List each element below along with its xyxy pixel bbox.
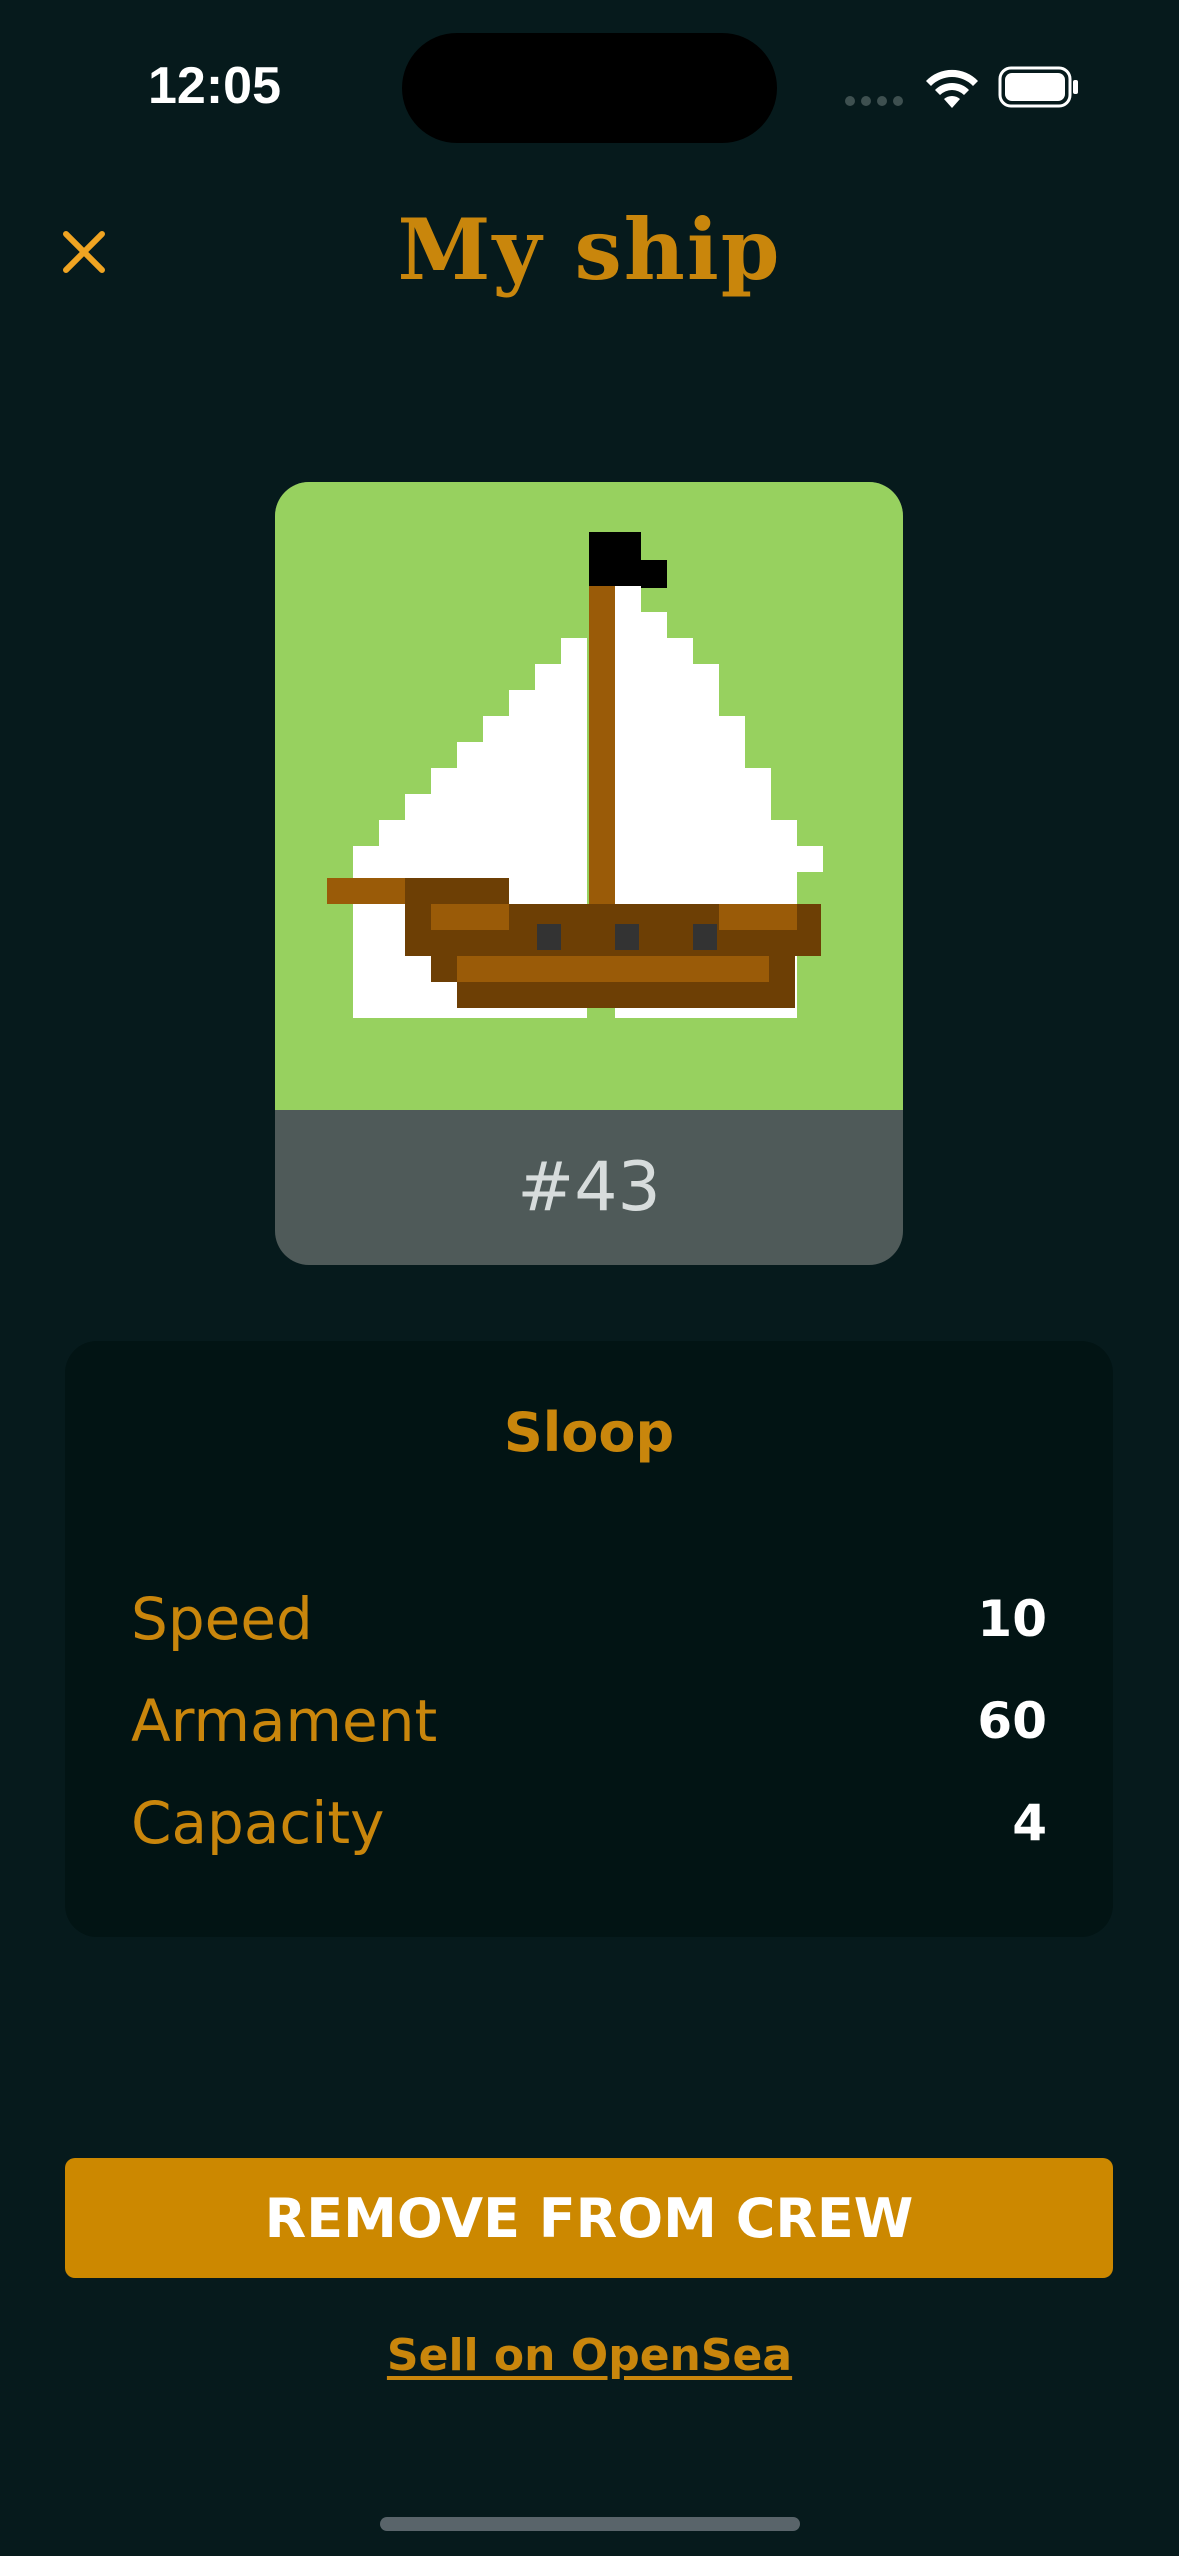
stat-row-armament: Armament 60 (131, 1681, 1047, 1761)
screen: 12:05 My ship #43 Sloop Speed 10 Armamen… (0, 0, 1179, 2556)
sell-on-opensea-link[interactable]: Sell on OpenSea (0, 2330, 1179, 2381)
stat-value: 4 (1012, 1794, 1047, 1852)
remove-from-crew-button[interactable]: REMOVE FROM CREW (65, 2158, 1113, 2278)
stat-label: Speed (131, 1585, 313, 1653)
ship-pixel-art-image (275, 482, 903, 1110)
stat-label: Capacity (131, 1789, 385, 1857)
ship-card: #43 (275, 482, 903, 1265)
ship-type: Sloop (503, 1401, 675, 1464)
status-time: 12:05 (148, 57, 281, 115)
battery-icon (998, 66, 1078, 108)
stat-row-capacity: Capacity 4 (131, 1783, 1047, 1863)
ship-stats-panel: Sloop Speed 10 Armament 60 Capacity 4 (65, 1341, 1113, 1937)
stat-value: 10 (977, 1590, 1047, 1648)
stat-row-speed: Speed 10 (131, 1579, 1047, 1659)
ship-number: #43 (517, 1148, 661, 1227)
home-indicator[interactable] (380, 2517, 800, 2531)
wifi-icon (926, 69, 978, 108)
cellular-signal-icon (845, 96, 907, 106)
dynamic-island (402, 33, 777, 143)
stat-label: Armament (131, 1687, 438, 1755)
stat-value: 60 (977, 1692, 1047, 1750)
page-title: My ship (397, 200, 782, 299)
